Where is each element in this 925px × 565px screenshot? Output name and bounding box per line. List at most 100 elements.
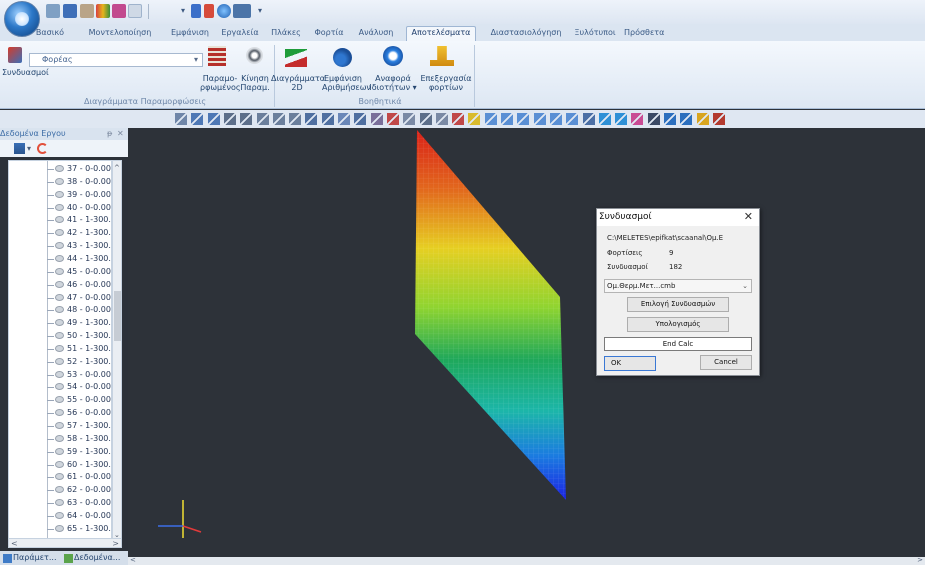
- tree-item[interactable]: 45 - 0-0.00: [9, 266, 111, 278]
- display-numbering-label[interactable]: Εμφάνιση Αριθμήσεων: [322, 74, 371, 92]
- scroll-up-icon[interactable]: ^: [114, 164, 120, 172]
- building-icon[interactable]: [80, 4, 94, 18]
- toolbar-tool-icon[interactable]: [289, 113, 302, 125]
- toolbar-tool-icon[interactable]: [680, 113, 693, 125]
- toolbar-tool-icon[interactable]: [452, 113, 465, 125]
- tree-item[interactable]: 52 - 1-300.: [9, 356, 111, 368]
- tree-item[interactable]: 58 - 1-300.: [9, 433, 111, 445]
- tab-loads[interactable]: Φορτία: [314, 27, 344, 42]
- toolbar-tool-icon[interactable]: [370, 113, 383, 125]
- tree-item[interactable]: 61 - 0-0.00: [9, 471, 111, 483]
- application-menu-button[interactable]: [4, 1, 40, 37]
- tab-tools[interactable]: Εργαλεία: [218, 27, 262, 42]
- tree-item[interactable]: 41 - 1-300.: [9, 214, 111, 226]
- tree-item[interactable]: 48 - 0-0.00: [9, 304, 111, 316]
- tab-results[interactable]: Αποτελέσματα: [406, 26, 476, 41]
- motion-label[interactable]: Κίνηση Παραμ.: [238, 74, 272, 92]
- tree-item[interactable]: 43 - 1-300.: [9, 240, 111, 252]
- home-icon[interactable]: [128, 4, 142, 18]
- report-properties-label[interactable]: Αναφορά Ιδιοτήτων ▾: [364, 74, 422, 92]
- tree-item[interactable]: 55 - 0-0.00: [9, 394, 111, 406]
- viewport-horizontal-scrollbar[interactable]: < >: [128, 556, 925, 565]
- tab-addons[interactable]: Πρόσθετα: [624, 27, 664, 42]
- info-report-icon[interactable]: [383, 46, 403, 66]
- close-icon[interactable]: ✕: [117, 129, 124, 139]
- toolbar-tool-icon[interactable]: [321, 113, 334, 125]
- image-icon[interactable]: [233, 4, 251, 18]
- toolbar-tool-icon[interactable]: [647, 113, 660, 125]
- tree-item[interactable]: 38 - 0-0.00: [9, 176, 111, 188]
- close-icon[interactable]: ✕: [744, 210, 753, 223]
- tree-item[interactable]: 60 - 1-300.: [9, 459, 111, 471]
- calculate-button[interactable]: Υπολογισμός: [627, 317, 729, 332]
- pin-icon[interactable]: ᵽ: [107, 129, 112, 139]
- tree-item[interactable]: 40 - 0-0.00: [9, 202, 111, 214]
- cancel-button[interactable]: Cancel: [700, 355, 752, 370]
- tree-item[interactable]: 39 - 0-0.00: [9, 189, 111, 201]
- toolbar-tool-icon[interactable]: [468, 113, 481, 125]
- tab-formwork[interactable]: Ξυλότυποι: [572, 27, 618, 42]
- tab-display[interactable]: Εμφάνιση: [170, 27, 210, 42]
- dropdown-arrow-icon[interactable]: ▾: [27, 143, 31, 154]
- refresh-icon[interactable]: [37, 143, 48, 154]
- tree-item[interactable]: 44 - 1-300.: [9, 253, 111, 265]
- scroll-right-icon[interactable]: >: [917, 556, 923, 564]
- toolbar-tool-icon[interactable]: [501, 113, 513, 125]
- toolbar-tool-icon[interactable]: [223, 113, 236, 125]
- display-numbering-icon[interactable]: [333, 48, 352, 67]
- toolbar-tool-icon[interactable]: [256, 113, 269, 125]
- tab-basic[interactable]: Βασικό: [34, 27, 66, 42]
- tab-analysis[interactable]: Ανάλυση: [356, 27, 396, 42]
- tree-item[interactable]: 64 - 0-0.00: [9, 510, 111, 522]
- save-icon[interactable]: [63, 4, 77, 18]
- toolbar-tool-icon[interactable]: [338, 113, 350, 125]
- color-palette-icon[interactable]: [96, 4, 110, 18]
- diagrams-2d-label[interactable]: Διαγράμματα 2D: [271, 74, 325, 92]
- toolbar-tool-icon[interactable]: [305, 113, 318, 125]
- tree-item[interactable]: 37 - 0-0.00: [9, 163, 111, 175]
- tree-item[interactable]: 65 - 1-300.: [9, 523, 111, 535]
- tree-horizontal-scrollbar[interactable]: < >: [8, 538, 122, 548]
- toolbar-tool-icon[interactable]: [175, 113, 187, 125]
- toolbar-tool-icon[interactable]: [386, 113, 399, 125]
- toolbar-tool-icon[interactable]: [549, 113, 562, 125]
- toolbar-tool-icon[interactable]: [517, 113, 530, 125]
- tree-item[interactable]: 62 - 0-0.00: [9, 484, 111, 496]
- arrow-up-icon[interactable]: [191, 4, 201, 18]
- tree-item[interactable]: 53 - 0-0.00: [9, 369, 111, 381]
- globe-icon[interactable]: [217, 4, 231, 18]
- load-processing-icon[interactable]: [430, 46, 454, 66]
- element-select[interactable]: Φορέας ▾: [29, 53, 203, 67]
- toolbar-tool-icon[interactable]: [631, 113, 644, 125]
- 3d-viewport[interactable]: [128, 128, 925, 557]
- toolbar-tool-icon[interactable]: [191, 113, 204, 125]
- tree-item[interactable]: 42 - 1-300.: [9, 227, 111, 239]
- project-tree[interactable]: 37 - 0-0.00 38 - 0-0.00 39 - 0-0.00 40 - 0-…: [8, 160, 112, 545]
- toolbar-tool-icon[interactable]: [582, 113, 595, 125]
- tree-item[interactable]: 47 - 0-0.00: [9, 292, 111, 304]
- toolbar-tool-icon[interactable]: [664, 113, 676, 125]
- select-combinations-button[interactable]: Επιλογή Συνδυασμών: [627, 297, 729, 312]
- combination-file-select[interactable]: Ομ.Θερμ.Μετ...cmb ⌄: [604, 279, 752, 293]
- tree-item[interactable]: 54 - 0-0.00: [9, 381, 111, 393]
- toolbar-tool-icon[interactable]: [272, 113, 285, 125]
- tree-item[interactable]: 46 - 0-0.00: [9, 279, 111, 291]
- tree-item[interactable]: 56 - 0-0.00: [9, 407, 111, 419]
- customize-qat-icon[interactable]: ▾: [258, 4, 266, 18]
- tab-parameters[interactable]: Παράμετ...: [13, 553, 57, 564]
- tree-vertical-scrollbar[interactable]: ^ ⌄: [112, 160, 122, 545]
- toolbar-tool-icon[interactable]: [712, 113, 725, 125]
- tree-item[interactable]: 63 - 0-0.00: [9, 497, 111, 509]
- deformed-label[interactable]: Παραμο- ρφωμένος: [200, 74, 241, 92]
- toolbar-tool-icon[interactable]: [566, 113, 579, 125]
- toolbar-tool-icon[interactable]: [598, 113, 611, 125]
- tree-item[interactable]: 50 - 1-300.: [9, 330, 111, 342]
- tree-item[interactable]: 51 - 1-300.: [9, 343, 111, 355]
- tab-design[interactable]: Διαστασιολόγηση: [486, 27, 566, 42]
- toolbar-tool-icon[interactable]: [484, 113, 497, 125]
- toolbar-tool-icon[interactable]: [354, 113, 367, 125]
- toolbar-tool-icon[interactable]: [403, 113, 416, 125]
- toolbar-tool-icon[interactable]: [533, 113, 546, 125]
- scroll-left-icon[interactable]: <: [11, 540, 18, 548]
- tab-project-data[interactable]: Δεδομένα...: [74, 553, 120, 564]
